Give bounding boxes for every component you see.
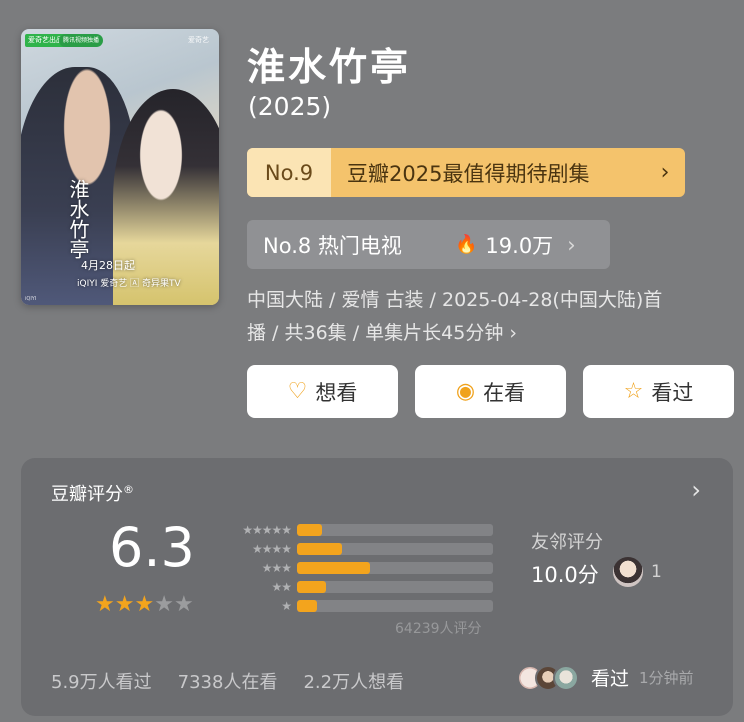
distribution-stars-label: ★ xyxy=(281,598,292,613)
registered-mark: ® xyxy=(123,483,134,496)
friend-rating-count: 1 xyxy=(651,562,662,582)
poster-logo: 爱奇艺 xyxy=(188,36,209,44)
show-year: (2025) xyxy=(248,92,332,121)
distribution-bar xyxy=(297,580,327,593)
fire-icon: 🔥 xyxy=(455,234,478,255)
show-title: 淮水竹亭 xyxy=(247,45,412,89)
distribution-row: ★★ xyxy=(221,577,493,596)
distribution-bar xyxy=(297,542,343,555)
heat-value: 19.0万 xyxy=(485,233,554,258)
ranking-number: No.9 xyxy=(247,148,331,197)
distribution-stars-label: ★★ xyxy=(271,579,292,594)
distribution-stars-label: ★★★ xyxy=(261,560,292,575)
rating-total-count: 64239人评分 xyxy=(395,621,482,637)
watching-button[interactable]: ◉ 在看 xyxy=(415,365,566,418)
poster-badge-secondary: 腾讯视频独播 xyxy=(59,34,104,47)
distribution-stars-label: ★★★★★ xyxy=(242,522,292,537)
poster-date: 4月28日起 xyxy=(81,259,135,272)
star-empty-icon: ★ xyxy=(154,592,174,617)
distribution-track xyxy=(297,580,493,593)
want-count[interactable]: 2.2万人想看 xyxy=(303,668,404,694)
audience-counts: 5.9万人看过 7338人在看 2.2万人想看 xyxy=(51,668,404,694)
poster-image[interactable]: 爱奇艺出品 腾讯视频独播 爱奇艺 淮水竹亭 4月28日起 iQIYI 爱奇艺 🄰… xyxy=(21,29,219,305)
distribution-track xyxy=(297,542,493,555)
distribution-track xyxy=(297,599,493,612)
avatar xyxy=(553,664,579,691)
distribution-bar xyxy=(297,561,370,574)
watched-count[interactable]: 5.9万人看过 xyxy=(51,668,152,694)
target-icon: ◉ xyxy=(455,379,476,404)
friend-rating-score: 10.0分 xyxy=(531,563,599,587)
button-label: 在看 xyxy=(483,380,526,405)
distribution-bar xyxy=(297,523,323,536)
distribution-row: ★★★ xyxy=(221,558,493,577)
watching-count[interactable]: 7338人在看 xyxy=(178,668,278,694)
rating-card-title: 豆瓣评分® xyxy=(51,480,134,506)
avatar[interactable] xyxy=(613,557,643,587)
distribution-row: ★ xyxy=(221,596,493,615)
watched-button[interactable]: ☆ 看过 xyxy=(583,365,734,418)
button-label: 看过 xyxy=(651,380,694,405)
poster-bottom-text: iQIYI xyxy=(25,296,37,302)
distribution-row: ★★★★ xyxy=(221,539,493,558)
show-meta-info[interactable]: 中国大陆 / 爱情 古装 / 2025-04-28(中国大陆)首 播 / 共36… xyxy=(247,284,717,350)
ranking-text: 豆瓣2025最值得期待剧集 xyxy=(347,161,590,186)
action-buttons: ♡ 想看 ◉ 在看 ☆ 看过 xyxy=(247,365,734,418)
rating-card[interactable]: 豆瓣评分® › 6.3 ★★★★★ ★★★★★ ★★★★ ★★★ ★★ ★ 64239人… xyxy=(21,458,733,716)
star-filled-icon: ★ xyxy=(114,592,135,617)
distribution-stars-label: ★★★★ xyxy=(251,541,292,556)
ranking-hot-label: No.8 热门电视 xyxy=(263,233,402,258)
friend-activity[interactable]: 看过 1分钟前 xyxy=(517,664,694,691)
star-filled-icon: ★ xyxy=(134,592,155,617)
distribution-row: ★★★★★ xyxy=(221,520,493,539)
heart-plus-icon: ♡ xyxy=(287,379,308,404)
friend-rating-label: 友邻评分 xyxy=(531,532,603,553)
want-to-watch-button[interactable]: ♡ 想看 xyxy=(247,365,398,418)
star-filled-icon: ★ xyxy=(95,592,115,617)
button-label: 想看 xyxy=(315,380,358,405)
star-empty-icon: ★ xyxy=(173,592,194,617)
ranking-badge-hot-tv[interactable]: No.8 热门电视 🔥 19.0万 › xyxy=(247,220,610,269)
chevron-right-icon[interactable]: › xyxy=(691,476,701,504)
distribution-track xyxy=(297,561,493,574)
meta-line: 播 / 共36集 / 单集片长45分钟 › xyxy=(247,322,517,344)
rating-title-text: 豆瓣评分 xyxy=(51,484,123,505)
meta-line: 中国大陆 / 爱情 古装 / 2025-04-28(中国大陆)首 xyxy=(247,289,663,311)
chevron-right-icon: › xyxy=(660,160,670,185)
rating-score: 6.3 xyxy=(109,516,195,579)
rating-distribution: ★★★★★ ★★★★ ★★★ ★★ ★ xyxy=(221,520,493,615)
star-outline-icon: ☆ xyxy=(623,379,644,404)
chevron-right-icon: › xyxy=(567,232,576,257)
activity-time: 1分钟前 xyxy=(639,669,694,687)
rating-stars: ★★★★★ xyxy=(95,592,194,617)
poster-title: 淮水竹亭 xyxy=(66,179,90,259)
distribution-track xyxy=(297,523,493,536)
activity-label: 看过 xyxy=(591,668,630,690)
poster-platforms: iQIYI 爱奇艺 🄰 奇异果TV xyxy=(77,279,181,289)
ranking-badge-annual[interactable]: No.9 豆瓣2025最值得期待剧集 › xyxy=(247,148,685,197)
distribution-bar xyxy=(297,599,317,612)
